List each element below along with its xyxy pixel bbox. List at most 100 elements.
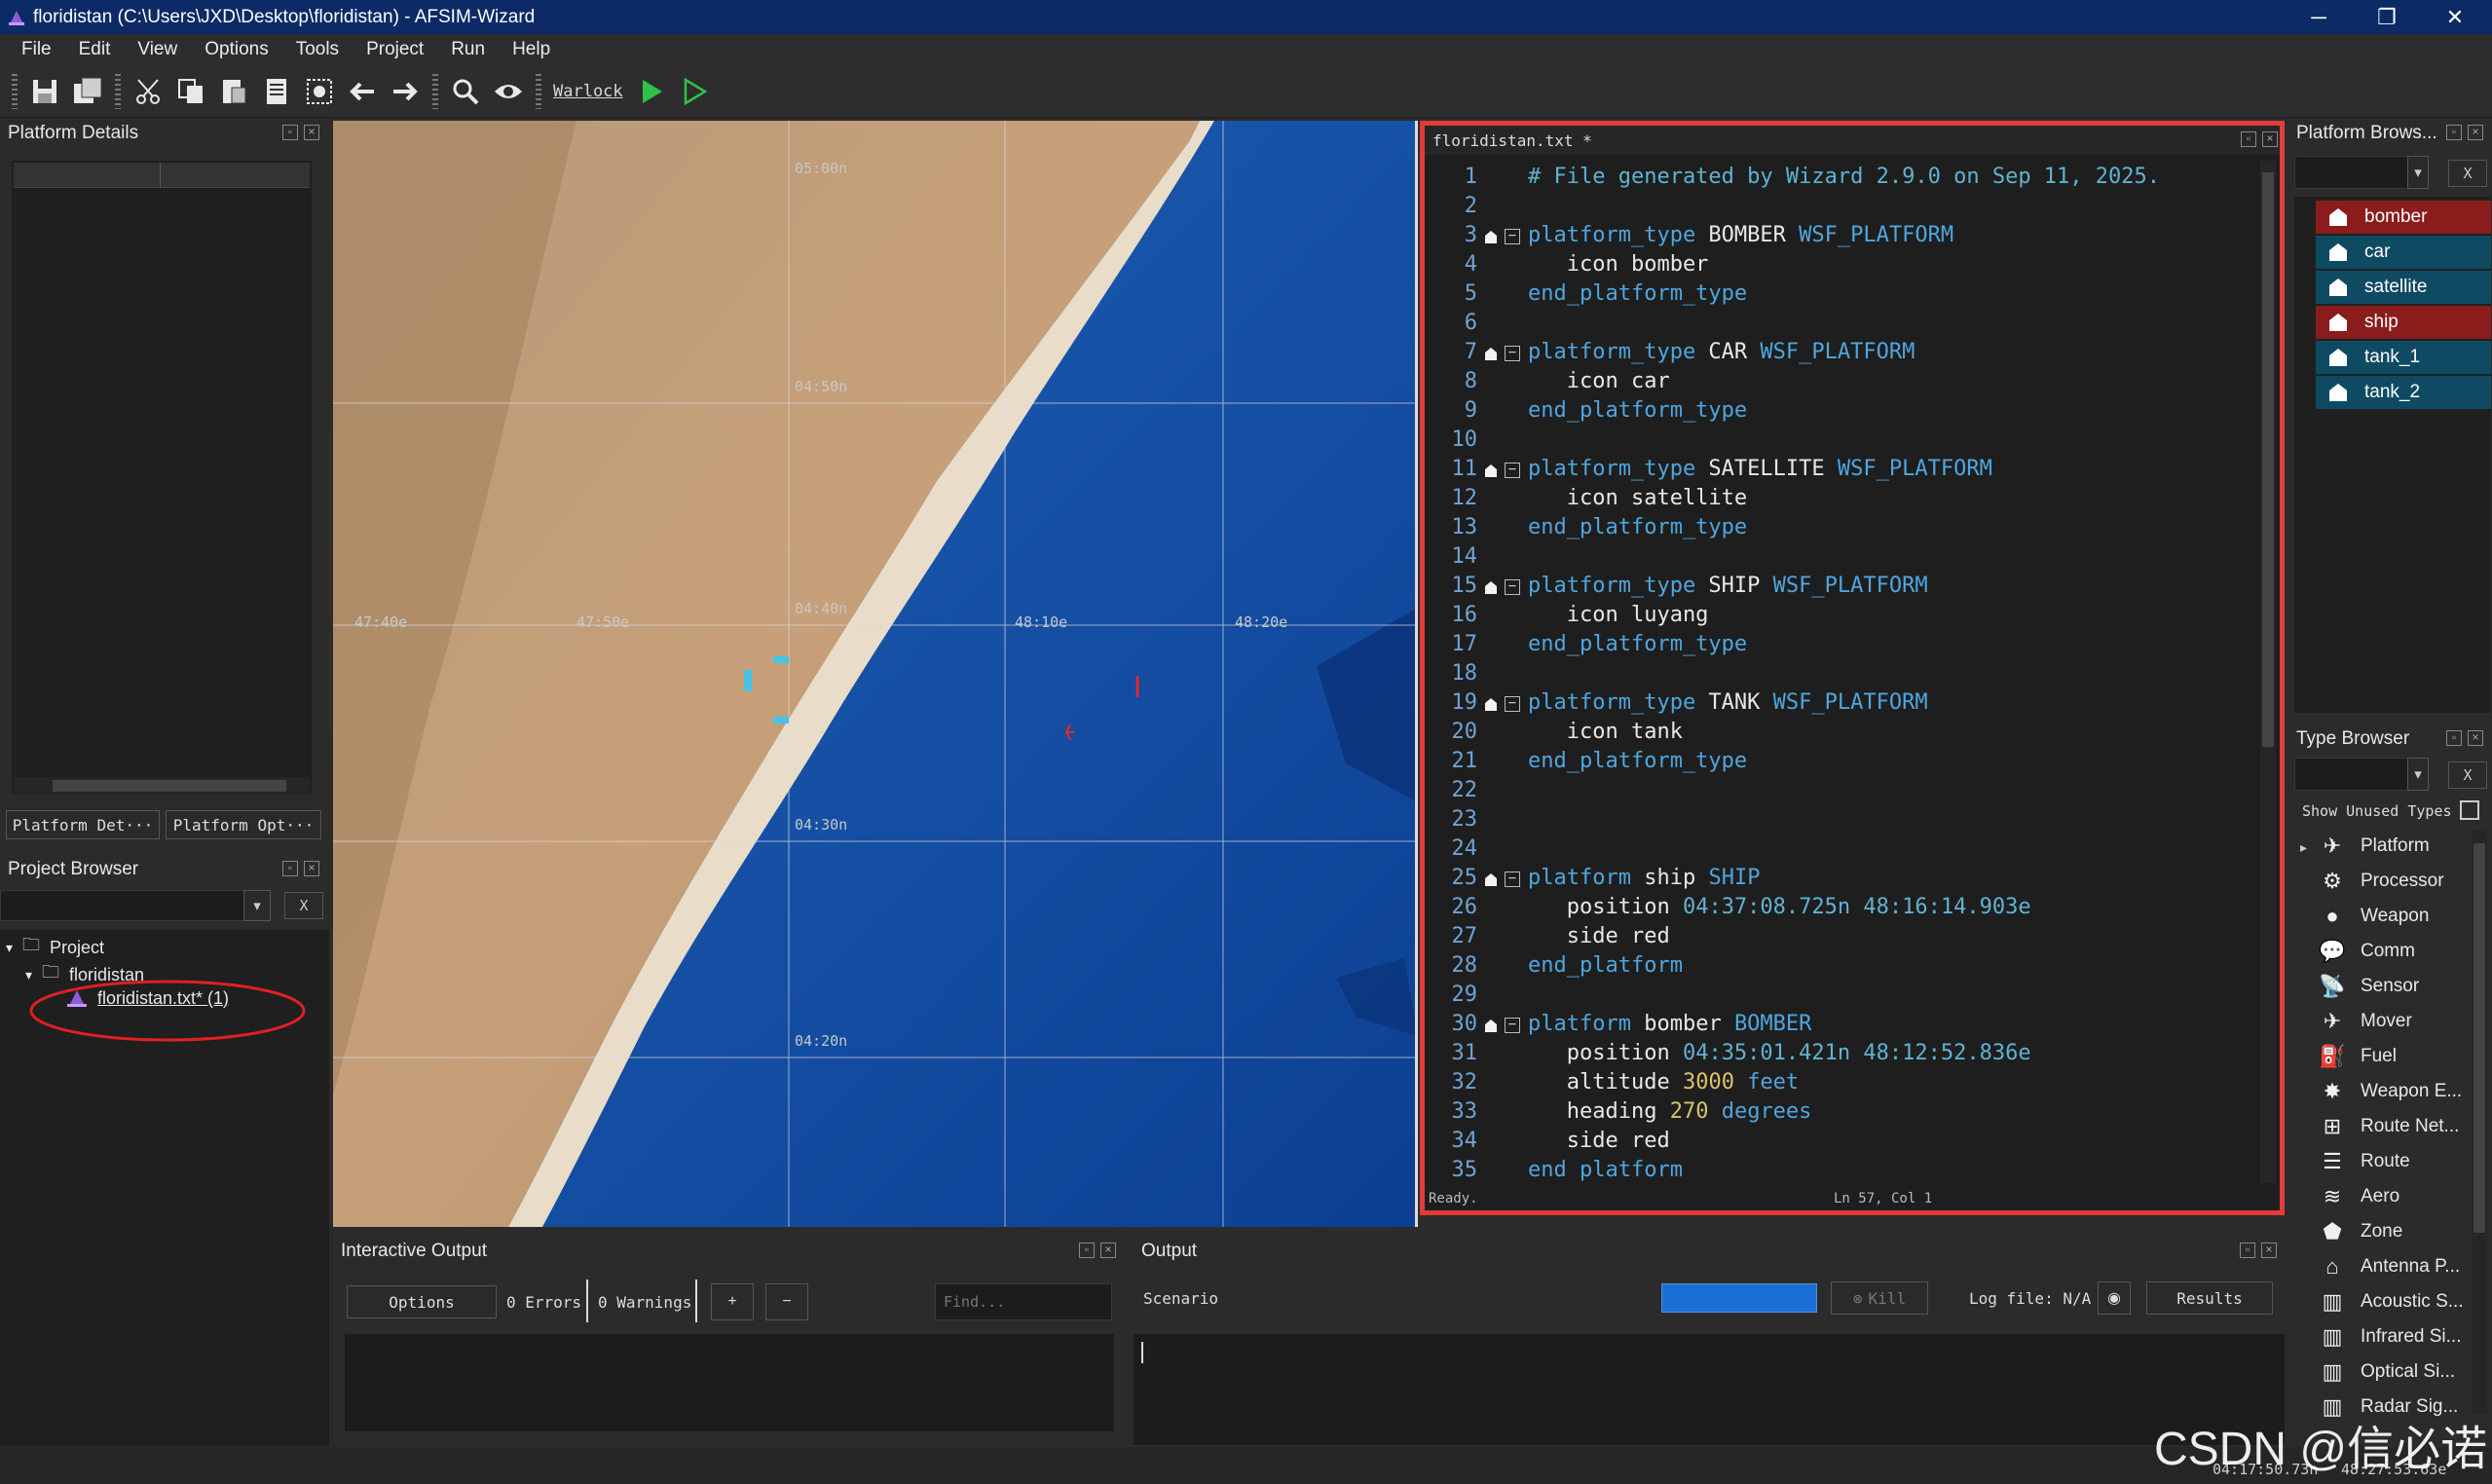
float-icon[interactable]: ▫	[282, 125, 298, 140]
float-icon[interactable]: ▫	[282, 861, 298, 876]
clear-filter-button[interactable]: X	[2448, 761, 2487, 789]
code-line[interactable]: 32 altitude 3000 feet	[1425, 1070, 2262, 1099]
code-line[interactable]: 25 − platform ship SHIP	[1425, 866, 2262, 895]
code-line[interactable]: 35 end platform	[1425, 1158, 2262, 1183]
options-button[interactable]: Options	[347, 1285, 497, 1318]
kill-button[interactable]: ⊗ Kill	[1831, 1281, 1928, 1315]
back-arrow-icon[interactable]	[341, 70, 384, 113]
code-line[interactable]: 4 icon bomber	[1425, 252, 2262, 281]
code-area[interactable]: 1 # File generated by Wizard 2.9.0 on Sep…	[1425, 165, 2262, 1183]
code-line[interactable]: 2	[1425, 194, 2262, 223]
code-line[interactable]: 22	[1425, 778, 2262, 807]
close-icon[interactable]: ×	[2468, 125, 2483, 140]
code-line[interactable]: 15 − platform_type SHIP WSF_PLATFORM	[1425, 574, 2262, 603]
close-icon[interactable]: ×	[2468, 730, 2483, 746]
close-icon[interactable]: ×	[2262, 131, 2278, 147]
code-line[interactable]: 23	[1425, 807, 2262, 836]
toolbar-handle[interactable]	[12, 73, 18, 109]
tank-marker[interactable]	[744, 670, 752, 691]
minimize-button[interactable]: ─	[2285, 0, 2353, 34]
type-item[interactable]: ▥ Acoustic S...	[2318, 1285, 2464, 1318]
vertical-scrollbar[interactable]	[2472, 830, 2487, 1414]
close-icon[interactable]: ×	[2261, 1243, 2277, 1258]
vertical-scrollbar[interactable]	[2260, 161, 2276, 1183]
code-line[interactable]: 20 icon tank	[1425, 720, 2262, 749]
code-line[interactable]: 13 end_platform_type	[1425, 515, 2262, 544]
type-item[interactable]: ⬟ Zone	[2318, 1215, 2402, 1248]
type-item[interactable]: ⊞ Route Net...	[2318, 1110, 2460, 1143]
code-line[interactable]: 7 − platform_type CAR WSF_PLATFORM	[1425, 340, 2262, 369]
platform-item-car[interactable]: car	[2316, 236, 2491, 269]
fold-toggle-icon[interactable]: −	[1505, 346, 1520, 361]
warlock-link[interactable]: Warlock	[553, 82, 623, 101]
fold-toggle-icon[interactable]: −	[1505, 229, 1520, 244]
type-item[interactable]: 💬 Comm	[2318, 935, 2415, 968]
plus-button[interactable]: +	[711, 1283, 754, 1320]
code-line[interactable]: 9 end_platform_type	[1425, 398, 2262, 427]
screenshot-icon[interactable]	[298, 70, 341, 113]
type-item[interactable]: ☰ Route	[2318, 1145, 2410, 1178]
platform-item-tank_2[interactable]: tank_2	[2316, 376, 2491, 409]
clear-filter-button[interactable]: X	[284, 892, 323, 919]
car-marker[interactable]	[773, 656, 789, 663]
code-line[interactable]: 14	[1425, 544, 2262, 574]
code-line[interactable]: 16 icon luyang	[1425, 603, 2262, 632]
type-item[interactable]: ⛽ Fuel	[2318, 1040, 2397, 1073]
code-line[interactable]: 21 end_platform_type	[1425, 749, 2262, 778]
minus-button[interactable]: −	[765, 1283, 808, 1320]
type-item[interactable]: ✸ Weapon E...	[2318, 1075, 2462, 1108]
code-line[interactable]: 5 end_platform_type	[1425, 281, 2262, 311]
code-line[interactable]: 6	[1425, 311, 2262, 340]
bookmark-icon[interactable]	[1483, 344, 1499, 360]
type-item[interactable]: ▥ Infrared Si...	[2318, 1320, 2462, 1354]
save-icon[interactable]	[23, 70, 66, 113]
errors-count[interactable]: 0 Errors	[506, 1293, 581, 1312]
bookmark-icon[interactable]	[1483, 227, 1499, 243]
print-icon[interactable]	[255, 70, 298, 113]
close-icon[interactable]: ×	[304, 861, 319, 876]
play-outline-icon[interactable]	[672, 70, 715, 113]
code-line[interactable]: 19 − platform_type TANK WSF_PLATFORM	[1425, 690, 2262, 720]
platform-item-bomber[interactable]: bomber	[2316, 201, 2491, 234]
bookmark-icon[interactable]	[1483, 694, 1499, 711]
type-item[interactable]: ≋ Aero	[2318, 1180, 2399, 1213]
type-item[interactable]: ⌂ Antenna P...	[2318, 1250, 2460, 1283]
find-input[interactable]	[935, 1283, 1112, 1320]
code-line[interactable]: 34 side red	[1425, 1129, 2262, 1158]
type-filter-input[interactable]	[2294, 758, 2425, 791]
tab-platform-options[interactable]: Platform Opt···	[166, 810, 321, 839]
show-unused-checkbox[interactable]	[2460, 800, 2479, 820]
code-line[interactable]: 33 heading 270 degrees	[1425, 1099, 2262, 1129]
code-line[interactable]: 26 position 04:37:08.725n 48:16:14.903e	[1425, 895, 2262, 924]
menu-run[interactable]: Run	[437, 39, 499, 60]
close-icon[interactable]: ×	[304, 125, 319, 140]
float-icon[interactable]: ▫	[1079, 1243, 1095, 1258]
code-line[interactable]: 8 icon car	[1425, 369, 2262, 398]
tank-marker[interactable]	[773, 717, 789, 723]
code-line[interactable]: 18	[1425, 661, 2262, 690]
maximize-button[interactable]: ❐	[2353, 0, 2421, 34]
platform-item-tank_1[interactable]: tank_1	[2316, 341, 2491, 374]
bookmark-icon[interactable]	[1483, 461, 1499, 477]
clear-filter-button[interactable]: X	[2448, 160, 2487, 187]
copy-icon[interactable]	[169, 70, 212, 113]
menu-tools[interactable]: Tools	[282, 39, 353, 60]
output-console[interactable]	[1134, 1334, 2285, 1445]
refresh-icon[interactable]: ◉	[2098, 1281, 2131, 1315]
collapse-icon[interactable]: ▾	[6, 940, 13, 956]
fold-toggle-icon[interactable]: −	[1505, 463, 1520, 478]
code-line[interactable]: 3 − platform_type BOMBER WSF_PLATFORM	[1425, 223, 2262, 252]
eye-icon[interactable]	[487, 70, 530, 113]
menu-view[interactable]: View	[124, 39, 191, 60]
close-icon[interactable]: ×	[1100, 1243, 1116, 1258]
code-line[interactable]: 1 # File generated by Wizard 2.9.0 on Sep…	[1425, 165, 2262, 194]
bookmark-icon[interactable]	[1483, 577, 1499, 594]
paste-icon[interactable]	[212, 70, 255, 113]
editor-tab[interactable]: floridistan.txt * ▫ ×	[1425, 126, 2280, 155]
cut-icon[interactable]	[127, 70, 169, 113]
bookmark-icon[interactable]	[1483, 870, 1499, 886]
code-line[interactable]: 24	[1425, 836, 2262, 866]
save-all-icon[interactable]	[66, 70, 109, 113]
fold-toggle-icon[interactable]: −	[1505, 872, 1520, 887]
horizontal-scrollbar[interactable]	[14, 777, 310, 795]
